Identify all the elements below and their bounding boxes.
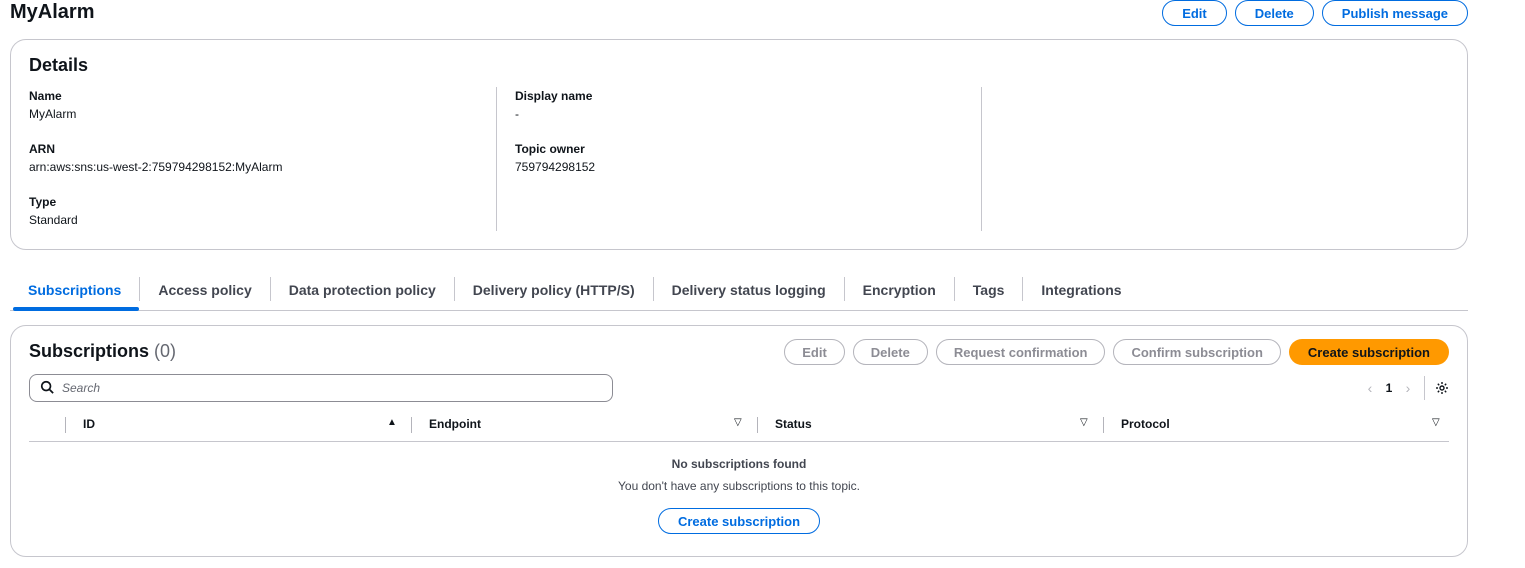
sort-icon[interactable]: ▽ <box>1432 417 1440 428</box>
edit-button[interactable]: Edit <box>1162 0 1227 26</box>
confirm-subscription-button[interactable]: Confirm subscription <box>1113 339 1281 365</box>
name-value: MyAlarm <box>29 107 77 121</box>
delete-button[interactable]: Delete <box>1234 0 1314 26</box>
column-divider <box>411 417 412 433</box>
column-divider <box>757 417 758 433</box>
column-header-protocol[interactable]: Protocol <box>1121 417 1170 431</box>
column-header-endpoint[interactable]: Endpoint <box>429 417 481 431</box>
current-page[interactable]: 1 <box>1380 381 1398 395</box>
tab-data-protection-policy[interactable]: Data protection policy <box>271 271 454 309</box>
tab-encryption[interactable]: Encryption <box>845 271 954 309</box>
column-divider <box>981 87 982 231</box>
details-title: Details <box>29 55 89 75</box>
arn-label: ARN <box>29 142 55 156</box>
tab-subscriptions[interactable]: Subscriptions <box>10 271 140 311</box>
page-title: MyAlarm <box>10 1 95 23</box>
edit-subscription-button[interactable]: Edit <box>784 339 845 365</box>
table-header: ID ▲ Endpoint ▽ Status ▽ Protocol ▽ <box>29 412 1449 442</box>
header-actions: Edit Delete Publish message <box>1162 0 1468 26</box>
details-column-2: Display name - Topic owner 759794298152 <box>515 88 595 194</box>
column-header-status[interactable]: Status <box>775 417 812 431</box>
topic-tabs: Subscriptions Access policy Data protect… <box>10 271 1468 311</box>
sort-icon[interactable]: ▽ <box>1080 417 1088 428</box>
type-field: Type Standard <box>29 194 282 230</box>
arn-value: arn:aws:sns:us-west-2:759794298152:MyAla… <box>29 160 283 174</box>
subscriptions-panel: Subscriptions (0) Edit Delete Request co… <box>10 325 1468 557</box>
topic-owner-label: Topic owner <box>515 142 585 156</box>
empty-create-subscription-button[interactable]: Create subscription <box>657 508 821 534</box>
create-subscription-button[interactable]: Create subscription <box>1288 339 1449 365</box>
column-divider <box>1103 417 1104 433</box>
display-name-value: - <box>515 107 519 121</box>
publish-message-button[interactable]: Publish message <box>1321 0 1468 26</box>
settings-gear-icon[interactable] <box>1435 381 1449 395</box>
name-label: Name <box>29 89 62 103</box>
delete-subscription-button[interactable]: Delete <box>852 339 928 365</box>
tab-access-policy[interactable]: Access policy <box>140 271 269 309</box>
type-label: Type <box>29 195 57 209</box>
topic-owner-value: 759794298152 <box>515 160 596 174</box>
tab-delivery-status-logging[interactable]: Delivery status logging <box>654 271 844 309</box>
type-value: Standard <box>29 213 78 227</box>
empty-state-title: No subscriptions found <box>671 457 807 471</box>
details-column-1: Name MyAlarm ARN arn:aws:sns:us-west-2:7… <box>29 88 282 247</box>
subscriptions-count: (0) <box>154 341 177 361</box>
empty-state-action: Create subscription <box>11 508 1467 534</box>
search-icon <box>40 380 54 397</box>
sort-icon[interactable]: ▽ <box>734 417 742 428</box>
arn-field: ARN arn:aws:sns:us-west-2:759794298152:M… <box>29 141 282 177</box>
search-input[interactable] <box>62 381 582 395</box>
search-box <box>29 374 613 402</box>
empty-state-description: You don't have any subscriptions to this… <box>618 479 860 493</box>
tab-integrations[interactable]: Integrations <box>1023 271 1139 309</box>
pagination: ‹ 1 › <box>1360 376 1449 400</box>
topic-owner-field: Topic owner 759794298152 <box>515 141 595 177</box>
tab-tags[interactable]: Tags <box>955 271 1023 309</box>
display-name-label: Display name <box>515 89 593 103</box>
next-page-icon[interactable]: › <box>1398 380 1418 396</box>
column-divider <box>65 417 66 433</box>
column-divider <box>496 87 497 231</box>
subscriptions-title: Subscriptions (0) <box>29 341 176 362</box>
column-header-id[interactable]: ID <box>83 417 95 431</box>
previous-page-icon[interactable]: ‹ <box>1360 380 1380 396</box>
sort-ascending-icon[interactable]: ▲ <box>387 417 397 428</box>
details-panel: Details Name MyAlarm ARN arn:aws:sns:us-… <box>10 39 1468 250</box>
tab-delivery-policy[interactable]: Delivery policy (HTTP/S) <box>455 271 653 309</box>
display-name-field: Display name - <box>515 88 595 124</box>
pagination-divider <box>1424 376 1425 400</box>
subscriptions-title-text: Subscriptions <box>29 341 150 361</box>
request-confirmation-button[interactable]: Request confirmation <box>935 339 1106 365</box>
name-field: Name MyAlarm <box>29 88 282 124</box>
subscriptions-actions: Edit Delete Request confirmation Confirm… <box>784 339 1449 365</box>
